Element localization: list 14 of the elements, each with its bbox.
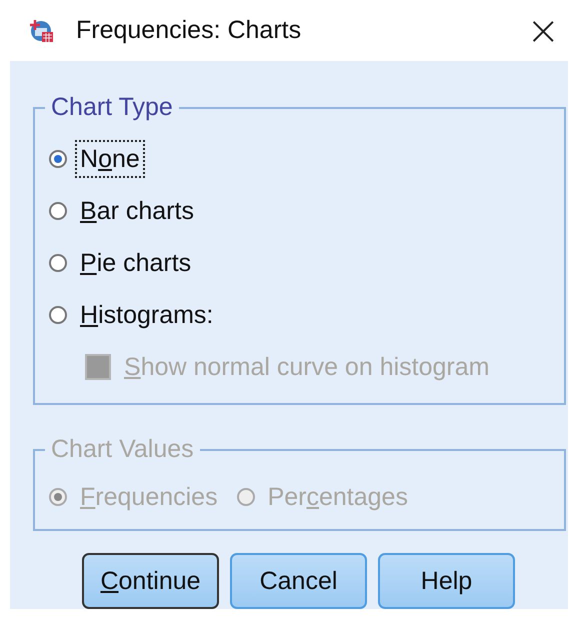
option-label[interactable]: None: [75, 140, 145, 178]
dialog-button[interactable]: Cancel: [230, 553, 367, 609]
close-button[interactable]: ×: [522, 10, 564, 50]
radio-button[interactable]: [49, 254, 67, 272]
radio-button[interactable]: [49, 202, 67, 220]
option-label[interactable]: Pie charts: [75, 244, 196, 282]
radio-button[interactable]: [49, 150, 67, 168]
dialog-button[interactable]: Help: [378, 553, 515, 609]
option-label[interactable]: Bar charts: [75, 192, 199, 230]
app-icon: [30, 18, 54, 42]
window-title: Frequencies: Charts: [76, 16, 302, 45]
dialog-button[interactable]: Continue: [82, 553, 219, 609]
option-label[interactable]: Histograms:: [75, 296, 218, 334]
radio-button[interactable]: [49, 306, 67, 324]
